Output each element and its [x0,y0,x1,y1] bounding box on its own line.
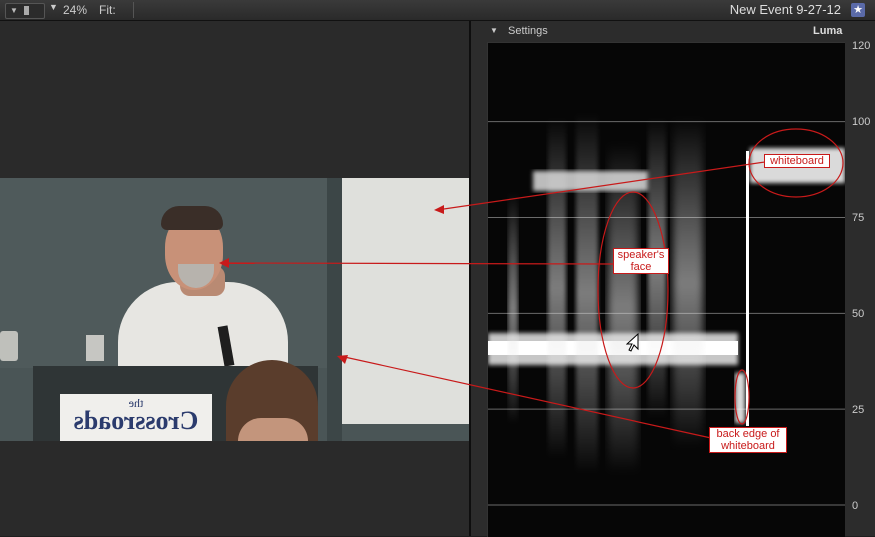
arrowhead [219,258,229,268]
arrowhead [434,205,444,214]
face-highlight [597,191,669,389]
arrowhead [337,355,348,364]
annotation-face: speaker's face [613,248,669,274]
edge-highlight [734,369,750,425]
edge-arrow-line [339,355,712,439]
annotation-edge-line2: whiteboard [721,440,775,452]
annotation-whiteboard: whiteboard [764,154,830,168]
whiteboard-arrow-line [436,161,766,211]
annotation-face-line2: face [630,261,652,273]
annotation-edge: back edge of whiteboard [709,427,787,453]
mouse-cursor-icon [626,333,639,352]
face-arrow-line [221,262,614,265]
annotation-face-line1: speaker's [617,249,665,261]
annotation-overlay [219,128,844,439]
annotation-edge-line1: back edge of [716,428,780,440]
annotation-whiteboard-text: whiteboard [770,155,824,167]
